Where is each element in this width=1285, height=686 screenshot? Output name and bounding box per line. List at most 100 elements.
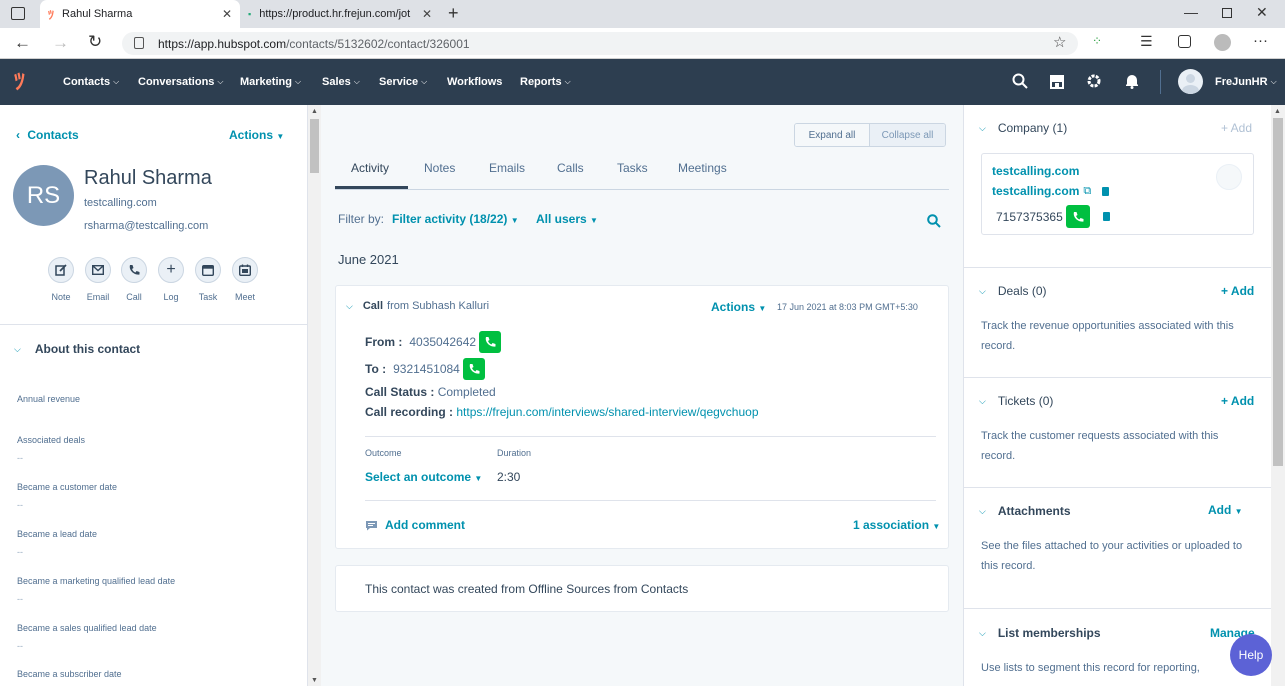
help-button[interactable]: Help <box>1230 634 1272 676</box>
task-icon <box>202 264 214 276</box>
activity-search-icon[interactable] <box>927 214 941 228</box>
tab-calls[interactable]: Calls <box>557 161 584 175</box>
attachments-section-header[interactable]: ⌵ Attachments <box>979 504 1071 518</box>
forward-icon[interactable]: → <box>52 33 69 53</box>
left-scrollbar[interactable] <box>308 105 321 686</box>
minimize-icon[interactable]: — <box>1184 4 1198 20</box>
tab-actions-icon[interactable] <box>11 7 25 20</box>
browser-tab[interactable]: ▪ https://product.hr.frejun.com/jot ✕ <box>240 0 440 28</box>
tab-tasks[interactable]: Tasks <box>617 161 648 175</box>
collections-icon[interactable] <box>1178 35 1191 48</box>
new-tab-icon[interactable]: + <box>448 3 459 24</box>
notifications-bell-icon[interactable] <box>1124 73 1140 89</box>
company-domain-link[interactable]: testcalling.com <box>992 184 1079 198</box>
close-tab-icon[interactable]: ✕ <box>222 7 232 21</box>
call-from-number-button[interactable] <box>479 331 502 353</box>
call-to-row: To : 9321451084 <box>365 358 485 380</box>
nav-sales[interactable]: Sales ⌵ <box>322 59 360 105</box>
left-scrollbar-thumb[interactable] <box>310 119 319 173</box>
call-button[interactable] <box>121 257 147 283</box>
tab-meetings[interactable]: Meetings <box>678 161 727 175</box>
copy-icon[interactable] <box>1102 212 1110 221</box>
close-tab-icon[interactable]: ✕ <box>422 7 432 21</box>
user-avatar[interactable] <box>1178 69 1203 94</box>
company-title: Company (1) <box>997 121 1068 135</box>
more-menu-icon[interactable]: ··· <box>1253 32 1268 49</box>
contact-actions-menu[interactable]: Actions ▼ <box>229 128 284 142</box>
nav-service[interactable]: Service ⌵ <box>379 59 427 105</box>
lists-section-header[interactable]: ⌵ List memberships <box>979 626 1101 640</box>
tickets-section-header[interactable]: ⌵ Tickets (0) <box>979 394 1053 408</box>
outcome-dropdown[interactable]: Select an outcome ▼ <box>365 470 482 484</box>
back-icon[interactable]: ← <box>14 33 31 53</box>
company-name-link[interactable]: testcalling.com <box>992 164 1079 178</box>
email-button[interactable] <box>85 257 111 283</box>
contact-name[interactable]: Rahul Sharma <box>84 167 212 190</box>
meet-button[interactable] <box>232 257 258 283</box>
page-scrollbar-thumb[interactable] <box>1273 118 1283 466</box>
nav-conversations[interactable]: Conversations ⌵ <box>138 59 224 105</box>
all-users-dropdown[interactable]: All users ▼ <box>536 212 598 226</box>
expand-all-button[interactable]: Expand all <box>795 124 870 146</box>
duration-value[interactable]: 2:30 <box>497 470 520 484</box>
call-status-row: Call Status : Completed <box>365 385 496 399</box>
external-link-icon[interactable]: ⧉ <box>1083 185 1091 198</box>
tab-notes[interactable]: Notes <box>424 161 455 175</box>
favorites-list-icon[interactable]: ☰ <box>1140 33 1153 50</box>
add-comment-button[interactable]: Add comment <box>365 518 465 532</box>
extension-icon[interactable]: ⁘ <box>1092 34 1102 48</box>
tickets-add-button[interactable]: + Add <box>1221 394 1254 408</box>
copy-icon[interactable] <box>1102 186 1110 196</box>
filter-activity-dropdown[interactable]: Filter activity (18/22) ▼ <box>392 212 519 226</box>
browser-tab-active[interactable]: ﾂ Rahul Sharma ✕ <box>40 0 240 28</box>
back-to-contacts-link[interactable]: ‹ Contacts <box>16 128 79 142</box>
scroll-down-arrow-icon[interactable]: ▼ <box>311 677 318 684</box>
outcome-value: Select an outcome <box>365 470 472 484</box>
nav-marketing[interactable]: Marketing ⌵ <box>240 59 301 105</box>
favorite-star-icon[interactable]: ☆ <box>1053 33 1066 51</box>
nav-label: Conversations <box>138 76 215 88</box>
tab-activity[interactable]: Activity <box>351 161 389 175</box>
deals-section-header[interactable]: ⌵ Deals (0) <box>979 284 1047 298</box>
marketplace-icon[interactable] <box>1049 74 1065 89</box>
call-company-button[interactable] <box>1065 205 1090 228</box>
search-icon[interactable] <box>1012 73 1028 89</box>
collapse-all-button[interactable]: Collapse all <box>870 124 945 146</box>
scroll-up-arrow-icon[interactable]: ▲ <box>311 108 318 115</box>
nav-workflows[interactable]: Workflows <box>447 59 502 105</box>
property-value[interactable]: -- <box>17 641 23 651</box>
about-section-header[interactable]: ⌵ About this contact <box>14 342 140 356</box>
settings-gear-icon[interactable] <box>1086 73 1102 89</box>
call-header[interactable]: ⌵ Call from Subhash Kalluri <box>346 300 489 312</box>
chevron-down-icon: ⌵ <box>1270 77 1277 86</box>
call-to-number-button[interactable] <box>462 358 485 380</box>
contact-email[interactable]: rsharma@testcalling.com <box>84 220 208 232</box>
chevron-down-icon: ⌵ <box>353 77 360 86</box>
note-button[interactable] <box>48 257 74 283</box>
company-add-button[interactable]: + Add <box>1221 121 1252 135</box>
close-window-icon[interactable]: ✕ <box>1256 4 1268 21</box>
tab-emails[interactable]: Emails <box>489 161 525 175</box>
company-section-header[interactable]: ⌵ Company (1) <box>979 121 1067 135</box>
scroll-up-arrow-icon[interactable]: ▲ <box>1274 108 1281 115</box>
recording-link[interactable]: https://frejun.com/interviews/shared-int… <box>456 405 758 419</box>
deals-add-button[interactable]: + Add <box>1221 284 1254 298</box>
hubspot-logo-icon[interactable]: ﾂ <box>14 71 25 93</box>
maximize-icon[interactable] <box>1222 8 1232 18</box>
task-button[interactable] <box>195 257 221 283</box>
url-bar[interactable]: https://app.hubspot.com/contacts/5132602… <box>122 32 1078 55</box>
property-value[interactable]: -- <box>17 453 23 463</box>
attachments-add-menu[interactable]: Add ▼ <box>1208 503 1243 517</box>
log-button[interactable]: + <box>158 257 184 283</box>
call-actions-menu[interactable]: Actions ▼ <box>711 300 766 314</box>
lock-icon[interactable] <box>134 37 144 49</box>
reload-icon[interactable]: ↻ <box>88 32 102 52</box>
user-menu[interactable]: FreJunHR ⌵ <box>1215 59 1277 105</box>
property-value[interactable]: -- <box>17 500 23 510</box>
nav-reports[interactable]: Reports ⌵ <box>520 59 571 105</box>
property-value[interactable]: -- <box>17 547 23 557</box>
nav-contacts[interactable]: Contacts ⌵ <box>63 59 119 105</box>
association-dropdown[interactable]: 1 association ▼ <box>853 518 940 532</box>
profile-icon[interactable] <box>1214 34 1231 51</box>
property-value[interactable]: -- <box>17 594 23 604</box>
